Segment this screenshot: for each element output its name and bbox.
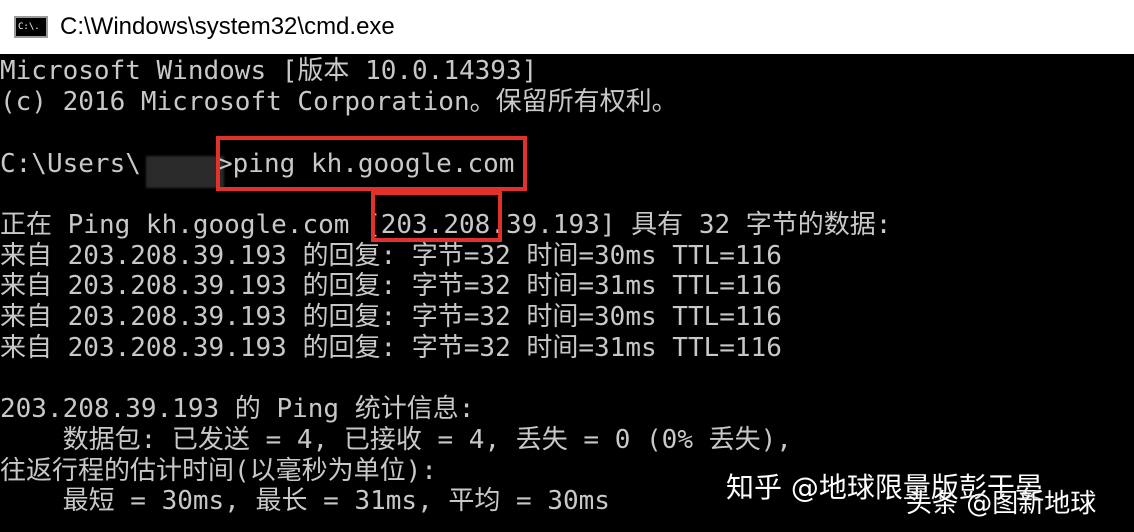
console-line: 来自 203.208.39.193 的回复: 字节=32 时间=31ms TTL… — [0, 333, 782, 363]
console-line: 最短 = 30ms, 最长 = 31ms, 平均 = 30ms — [0, 486, 610, 516]
console-line: 来自 203.208.39.193 的回复: 字节=32 时间=30ms TTL… — [0, 241, 782, 271]
title-bar[interactable]: C:\. C:\Windows\system32\cmd.exe — [0, 0, 1134, 54]
console-line: (c) 2016 Microsoft Corporation。保留所有权利。 — [0, 87, 678, 117]
ip-highlight-box — [371, 191, 502, 242]
command-highlight-box — [216, 136, 527, 191]
console-line: 203.208.39.193 的 Ping 统计信息: — [0, 394, 475, 424]
console-line: 数据包: 已发送 = 4, 已接收 = 4, 丢失 = 0 (0% 丢失), — [0, 425, 792, 455]
window-title: C:\Windows\system32\cmd.exe — [60, 13, 395, 40]
cmd-icon: C:\. — [14, 16, 48, 38]
prompt-line: C:\Users\ — [0, 149, 141, 179]
console-line: 来自 203.208.39.193 的回复: 字节=32 时间=30ms TTL… — [0, 302, 782, 332]
console-line: 往返行程的估计时间(以毫秒为单位): — [0, 456, 437, 486]
console-line: 来自 203.208.39.193 的回复: 字节=32 时间=31ms TTL… — [0, 271, 782, 301]
console-line: Microsoft Windows [版本 10.0.14393] — [0, 56, 538, 86]
toutiao-watermark: 头条 @图新地球 — [906, 489, 1097, 519]
redacted-username — [146, 156, 224, 188]
console-output[interactable]: Microsoft Windows [版本 10.0.14393] (c) 20… — [0, 56, 1134, 532]
